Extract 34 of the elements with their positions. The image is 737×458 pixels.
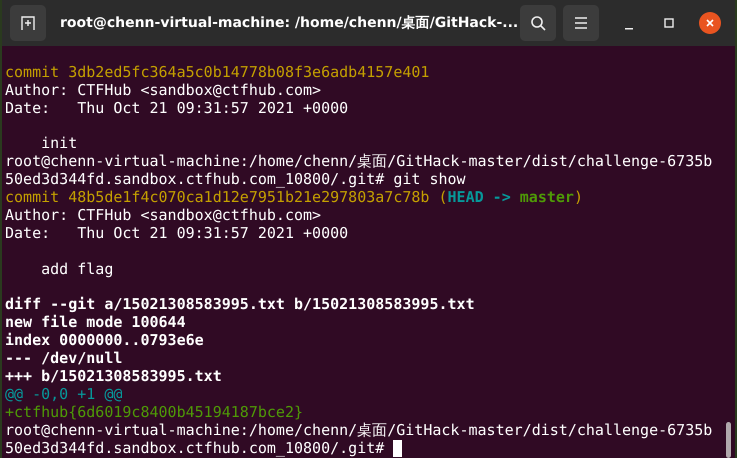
terminal-text: diff --git a/15021308583995.txt b/15021308583995.txt	[5, 296, 475, 314]
terminal-text: +++ b/15021308583995.txt	[5, 368, 222, 386]
terminal-text: Date: Thu Oct 21 09:31:57 2021 +0000	[5, 100, 348, 118]
terminal-text: root@chenn-virtual-machine:/home/chenn/桌面/GitHack-master/dist/challenge-6735b	[5, 153, 712, 172]
terminal-text: --- /dev/null	[5, 350, 122, 368]
window-title: root@chenn-virtual-machine: /home/chenn/桌面/GitHack-...	[59, 14, 520, 32]
terminal-text: index 0000000..0793e6e	[5, 332, 204, 350]
menu-button[interactable]	[563, 5, 599, 41]
terminal-text: new file mode 100644	[5, 314, 186, 332]
terminal-text: init	[40, 135, 78, 154]
terminal-text: Date: Thu Oct 21 09:31:57 2021 +0000	[5, 224, 348, 243]
close-button[interactable]	[699, 12, 721, 34]
terminal-text: master	[520, 189, 574, 208]
maximize-icon	[664, 18, 674, 28]
terminal-text: Author: CTFHub <sandbox@ctfhub.com>	[5, 82, 322, 100]
terminal-text: add flag	[40, 260, 114, 279]
new-tab-button[interactable]	[10, 5, 46, 41]
terminal-text: root@chenn-virtual-machine:/home/chenn/桌面/GitHack-master/dist/challenge-6735b	[5, 422, 712, 440]
terminal-text: 50ed3d344fd.sandbox.ctfhub.com_10800/.git#	[5, 440, 386, 458]
minimize-icon	[625, 28, 633, 30]
search-icon	[530, 15, 546, 31]
scrollbar-thumb[interactable]	[726, 422, 730, 458]
menu-icon	[574, 17, 588, 29]
terminal-text: HEAD ->	[448, 189, 512, 208]
terminal-text: 50ed3d344fd.sandbox.ctfhub.com_10800/.git# git show	[5, 171, 466, 190]
terminal-text: @@ -0,0 +1 @@	[5, 386, 122, 404]
terminal-text: commit 3db2ed5fc364a5c0b14778b08f3e6adb4157e401	[5, 64, 430, 82]
new-tab-icon	[20, 15, 36, 31]
terminal-text: )	[574, 189, 583, 208]
terminal-text: +ctfhub{6d6019c8400b45194187bce2}	[5, 404, 304, 422]
search-button[interactable]	[520, 5, 556, 41]
close-icon	[705, 18, 715, 28]
terminal-text: Author: CTFHub <sandbox@ctfhub.com>	[5, 207, 322, 225]
terminal-text: commit 48b5de1f4c070ca1d12e7951b21e297803a7c78b (	[5, 189, 448, 208]
